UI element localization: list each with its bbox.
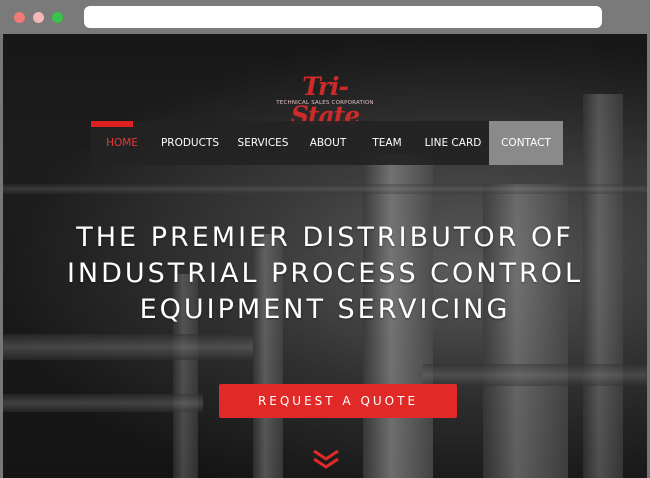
main-navigation: HOME PRODUCTS SERVICES ABOUT TEAM LINE C… xyxy=(91,121,563,165)
tri-state-logo[interactable]: Tri-State TECHNICAL SALES CORPORATION xyxy=(275,72,375,130)
nav-home[interactable]: HOME xyxy=(91,121,153,165)
request-quote-button[interactable]: REQUEST A QUOTE xyxy=(219,384,457,418)
browser-window: Tri-State TECHNICAL SALES CORPORATION HO… xyxy=(0,0,650,478)
nav-products[interactable]: PRODUCTS xyxy=(153,121,227,165)
nav-about[interactable]: ABOUT xyxy=(299,121,357,165)
nav-services[interactable]: SERVICES xyxy=(227,121,299,165)
nav-line-card[interactable]: LINE CARD xyxy=(417,121,489,165)
hero-headline-line-3: EQUIPMENT SERVICING xyxy=(139,294,511,325)
hero-headline: THE PREMIER DISTRIBUTOR OF INDUSTRIAL PR… xyxy=(3,220,647,328)
chevron-down-double-icon[interactable] xyxy=(311,448,341,470)
address-bar[interactable] xyxy=(84,6,602,28)
hero-headline-line-2: INDUSTRIAL PROCESS CONTROL xyxy=(66,258,584,289)
close-window-icon[interactable] xyxy=(14,12,25,23)
maximize-window-icon[interactable] xyxy=(52,12,63,23)
minimize-window-icon[interactable] xyxy=(33,12,44,23)
nav-contact[interactable]: CONTACT xyxy=(489,121,563,165)
hero-headline-line-1: THE PREMIER DISTRIBUTOR OF xyxy=(76,222,574,253)
nav-team[interactable]: TEAM xyxy=(357,121,417,165)
logo-tagline: TECHNICAL SALES CORPORATION xyxy=(276,100,374,106)
browser-toolbar xyxy=(0,0,650,34)
page-viewport: Tri-State TECHNICAL SALES CORPORATION HO… xyxy=(3,34,647,478)
